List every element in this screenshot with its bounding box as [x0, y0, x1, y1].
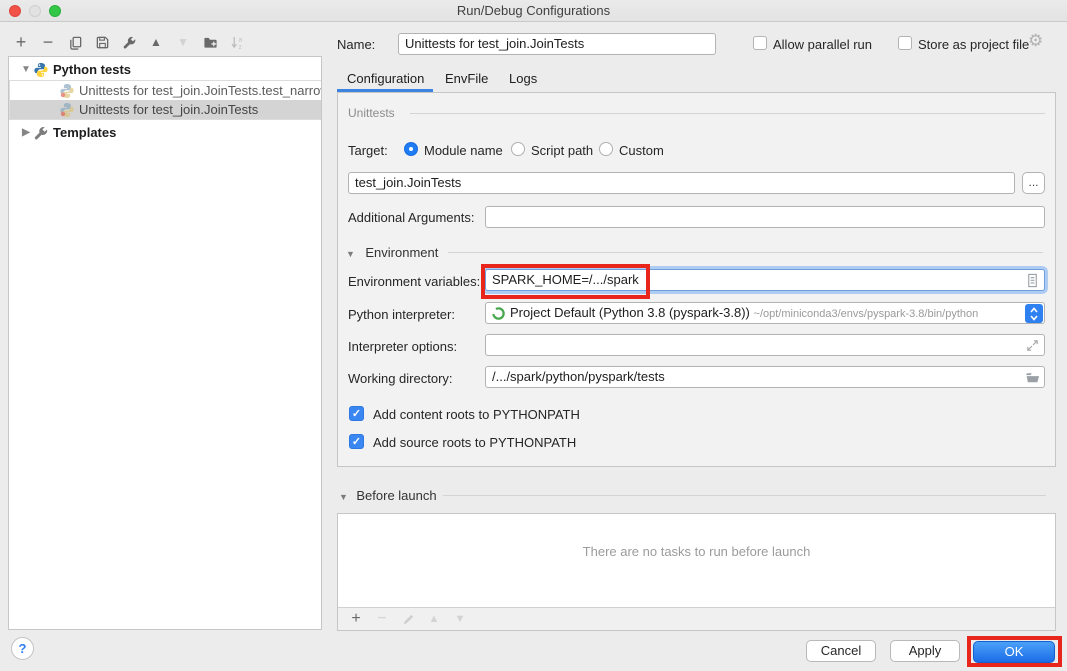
tree-item-unittest-narrow[interactable]: Unittests for test_join.JoinTests.test_n…: [10, 81, 321, 100]
svg-text:a: a: [238, 36, 242, 43]
name-input[interactable]: Unittests for test_join.JoinTests: [398, 33, 716, 55]
titlebar: Run/Debug Configurations: [0, 0, 1067, 22]
python-interpreter-path: ~/opt/miniconda3/envs/pyspark-3.8/bin/py…: [754, 308, 979, 320]
target-input[interactable]: test_join.JoinTests: [348, 172, 1015, 194]
annotation-box-ok-button: [967, 636, 1062, 667]
working-directory-input[interactable]: /.../spark/python/pyspark/tests: [485, 366, 1045, 388]
move-up-icon[interactable]: ▲: [148, 34, 164, 50]
interpreter-options-input[interactable]: [485, 334, 1045, 356]
allow-parallel-run-checkbox[interactable]: [753, 36, 767, 50]
radio-module-name[interactable]: [404, 142, 418, 156]
copy-icon[interactable]: [67, 34, 83, 50]
radio-module-name-label[interactable]: Module name: [424, 143, 503, 158]
window-title: Run/Debug Configurations: [0, 3, 1067, 18]
python-interpreter-select[interactable]: Project Default (Python 3.8 (pyspark-3.8…: [485, 302, 1045, 324]
gear-icon[interactable]: ⚙: [1028, 31, 1043, 51]
move-down-icon: ▼: [175, 34, 191, 50]
radio-custom[interactable]: [599, 142, 613, 156]
edit-task-pencil-icon: [400, 611, 416, 627]
configurations-toolbar: + − ▲ ▼ az: [13, 31, 245, 53]
radio-custom-label[interactable]: Custom: [619, 143, 664, 158]
tree-item-unittest-jointests-selected[interactable]: Unittests for test_join.JoinTests: [10, 100, 321, 119]
target-value: test_join.JoinTests: [355, 175, 461, 190]
name-value: Unittests for test_join.JoinTests: [405, 36, 584, 51]
cancel-button[interactable]: Cancel: [806, 640, 876, 662]
before-launch-header[interactable]: ▼ Before launch: [339, 487, 437, 505]
working-directory-value: /.../spark/python/pyspark/tests: [492, 369, 665, 384]
environment-collapse-icon[interactable]: ▼: [346, 249, 355, 259]
radio-script-path[interactable]: [511, 142, 525, 156]
environment-variables-label: Environment variables:: [348, 274, 480, 289]
additional-arguments-label: Additional Arguments:: [348, 210, 474, 225]
environment-section-label[interactable]: Environment: [365, 245, 438, 260]
python-interpreter-value: Project Default (Python 3.8 (pyspark-3.8…: [510, 305, 750, 320]
radio-script-path-label[interactable]: Script path: [531, 143, 593, 158]
before-launch-empty-text: There are no tasks to run before launch: [338, 544, 1055, 559]
configuration-tab-panel: Unittests Target: Module name Script pat…: [337, 92, 1056, 467]
edit-defaults-wrench-icon[interactable]: [121, 34, 137, 50]
store-as-project-file-label: Store as project file: [918, 37, 1029, 52]
interpreter-options-label: Interpreter options:: [348, 339, 457, 354]
new-folder-icon[interactable]: [202, 34, 218, 50]
task-move-down-icon: ▼: [452, 611, 468, 627]
tree-item-python-tests[interactable]: ▼ Python tests: [9, 60, 321, 79]
before-launch-collapse-icon[interactable]: ▼: [339, 492, 348, 502]
tree-item-label: Unittests for test_join.JoinTests.test_n…: [79, 83, 321, 98]
tab-configuration[interactable]: Configuration: [347, 71, 424, 86]
group-divider: [410, 113, 1045, 114]
add-task-icon[interactable]: +: [348, 611, 364, 627]
chevron-down-icon[interactable]: ▼: [19, 64, 33, 75]
python-test-icon: [59, 102, 75, 118]
sort-alphabetically-icon: az: [229, 34, 245, 50]
add-content-roots-checkbox[interactable]: ✓: [349, 406, 364, 421]
browse-button[interactable]: ...: [1022, 172, 1045, 194]
apply-button[interactable]: Apply: [890, 640, 960, 662]
remove-task-icon: −: [374, 611, 390, 627]
target-label: Target:: [348, 143, 388, 158]
run-configurations-tree: ▼ Python tests Unittests for test_join.J…: [8, 56, 322, 630]
store-as-project-file-checkbox[interactable]: [898, 36, 912, 50]
before-launch-panel: There are no tasks to run before launch …: [337, 513, 1056, 631]
browse-variables-icon[interactable]: [1025, 273, 1040, 288]
before-launch-toolbar: + − ▲ ▼: [338, 607, 1055, 630]
tree-child-group: Unittests for test_join.JoinTests.test_n…: [9, 80, 321, 120]
unittests-group-label: Unittests: [348, 106, 395, 120]
environment-divider: [448, 252, 1043, 253]
before-launch-label: Before launch: [356, 488, 436, 503]
working-directory-label: Working directory:: [348, 371, 453, 386]
task-move-up-icon: ▲: [426, 611, 442, 627]
save-icon[interactable]: [94, 34, 110, 50]
chevron-right-icon[interactable]: ▶: [19, 127, 33, 138]
before-launch-divider: [443, 495, 1046, 496]
remove-icon[interactable]: −: [40, 34, 56, 50]
expand-icon[interactable]: [1025, 338, 1040, 353]
tree-item-templates[interactable]: ▶ Templates: [9, 123, 321, 142]
tab-envfile[interactable]: EnvFile: [445, 71, 488, 86]
tree-item-label: Unittests for test_join.JoinTests: [79, 102, 258, 117]
python-interpreter-label: Python interpreter:: [348, 307, 455, 322]
add-content-roots-label: Add content roots to PYTHONPATH: [373, 407, 580, 422]
add-icon[interactable]: +: [13, 34, 29, 50]
python-icon: [33, 62, 49, 78]
annotation-box-env-variables: [481, 264, 650, 299]
add-source-roots-label: Add source roots to PYTHONPATH: [373, 435, 576, 450]
svg-text:z: z: [238, 44, 241, 50]
tree-item-label: Python tests: [53, 62, 131, 77]
folder-icon[interactable]: [1025, 370, 1040, 385]
tab-logs[interactable]: Logs: [509, 71, 537, 86]
conda-env-icon: [491, 306, 506, 321]
add-source-roots-checkbox[interactable]: ✓: [349, 434, 364, 449]
name-label: Name:: [337, 37, 375, 52]
additional-arguments-input[interactable]: [485, 206, 1045, 228]
allow-parallel-run-label: Allow parallel run: [773, 37, 872, 52]
combo-stepper-icon[interactable]: [1025, 304, 1043, 323]
tree-item-label: Templates: [53, 125, 116, 140]
python-test-icon: [59, 83, 75, 99]
help-button[interactable]: ?: [11, 637, 34, 660]
templates-wrench-icon: [33, 125, 49, 141]
